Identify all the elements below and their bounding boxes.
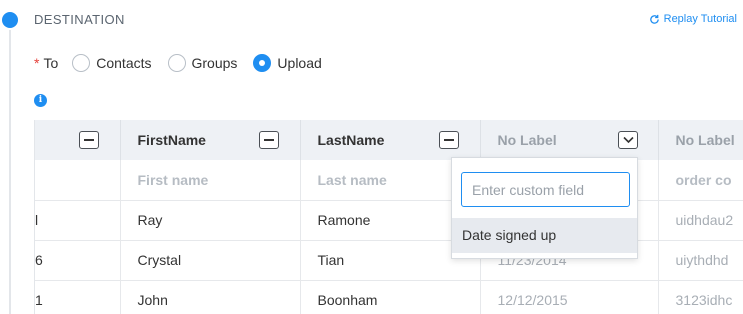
table-cell: 1: [35, 280, 121, 314]
table-cell: uidhdau2: [658, 200, 743, 240]
radio-upload[interactable]: Upload: [253, 54, 322, 72]
collapse-column-button[interactable]: [79, 131, 99, 149]
field-select-dropdown: Date signed up: [451, 157, 638, 259]
column-header-label: FirstName: [137, 132, 206, 148]
column-header-label: No Label: [497, 132, 557, 148]
table-cell: 6: [35, 240, 121, 280]
column-header-0: [35, 120, 121, 160]
column-header-lastname: LastName: [300, 120, 481, 160]
table-cell: [35, 160, 121, 200]
table-cell: uiythdhd: [658, 240, 743, 280]
to-label: To: [43, 55, 59, 71]
to-selector-row: * To Contacts Groups Upload: [34, 54, 338, 72]
section-title: DESTINATION: [34, 12, 125, 27]
column-header-nolabel: No Label: [480, 120, 659, 160]
step-indicator-dot: [2, 12, 18, 28]
radio-circle: [72, 54, 91, 72]
table-cell: Ray: [120, 200, 301, 240]
field-select-dropdown-button[interactable]: [617, 131, 638, 149]
table-cell: First name: [120, 160, 301, 200]
radio-contacts-label: Contacts: [96, 55, 152, 71]
column-header-label: LastName: [317, 132, 385, 148]
table-cell: 12/12/2015: [480, 280, 659, 314]
table-cell: Boonham: [300, 280, 481, 314]
step-connector-line: [9, 30, 11, 314]
custom-field-input[interactable]: [461, 172, 630, 207]
radio-groups[interactable]: Groups: [167, 54, 238, 72]
radio-circle: [167, 54, 186, 72]
dropdown-option-date-signed-up[interactable]: Date signed up: [452, 218, 637, 253]
replay-tutorial-link[interactable]: Replay Tutorial: [649, 13, 737, 25]
chevron-down-icon: [622, 136, 634, 144]
table-cell: John: [120, 280, 301, 314]
replay-tutorial-label: Replay Tutorial: [663, 13, 737, 25]
refresh-icon: [649, 14, 659, 24]
radio-circle-selected: [253, 54, 272, 72]
table-cell: Crystal: [120, 240, 301, 280]
table-cell: l: [35, 200, 121, 240]
column-header-firstname: FirstName: [120, 120, 301, 160]
table-cell: order co: [658, 160, 743, 200]
required-mark: *: [34, 55, 40, 71]
info-icon[interactable]: i: [34, 94, 47, 107]
radio-groups-label: Groups: [191, 55, 238, 71]
radio-upload-label: Upload: [277, 55, 322, 71]
collapse-column-button[interactable]: [258, 131, 279, 149]
radio-contacts[interactable]: Contacts: [72, 54, 152, 72]
table-cell: 3123idhc: [658, 280, 743, 314]
column-header-label: No Label: [675, 132, 735, 148]
collapse-column-button[interactable]: [438, 131, 459, 149]
table-row: 1 John Boonham 12/12/2015 3123idhc: [35, 280, 743, 314]
column-header-nolabel-2: No Label: [658, 120, 743, 160]
table-header-row: FirstName LastName No Label No Label: [35, 120, 743, 160]
